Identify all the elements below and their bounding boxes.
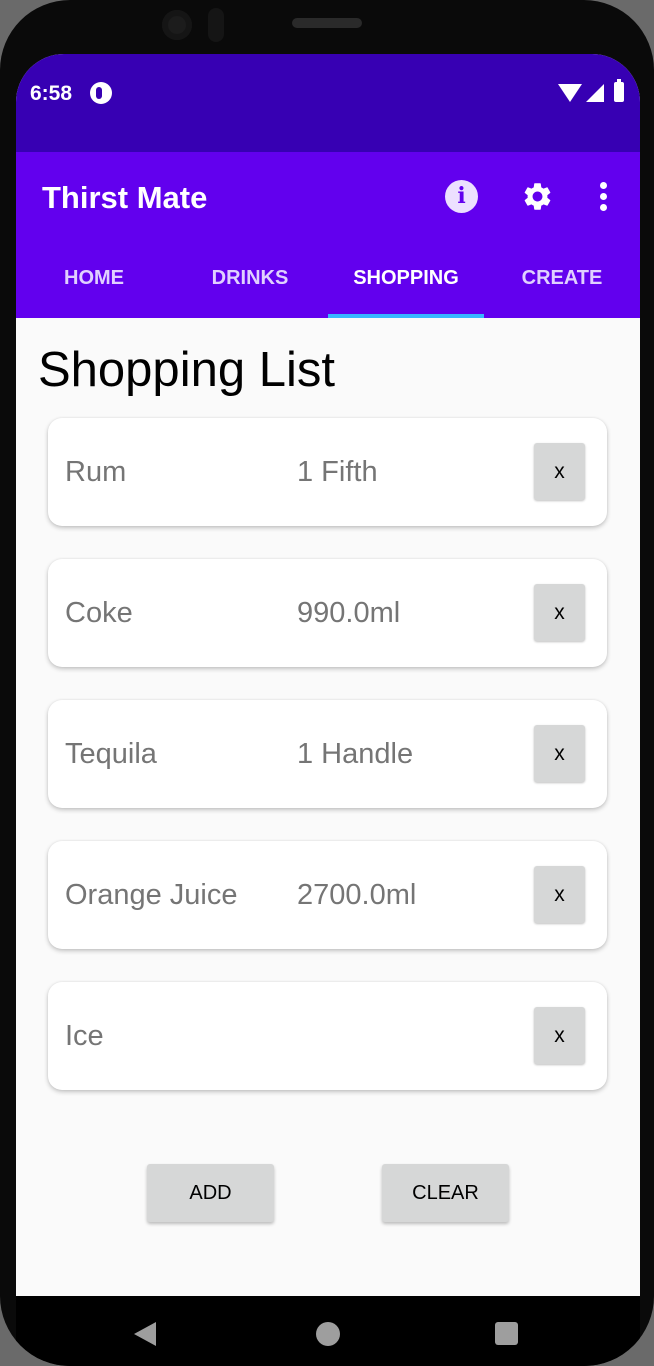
list-item: Coke 990.0ml x [48, 559, 607, 667]
item-quantity: 1 Fifth [297, 456, 378, 488]
add-button[interactable]: ADD [147, 1164, 274, 1222]
home-icon[interactable] [316, 1322, 340, 1346]
front-camera [162, 10, 192, 40]
screen: 6:58 Thirst Mate i HOME DRINKS SHOPPING … [16, 54, 640, 1296]
status-bar: 6:58 [16, 54, 640, 152]
item-quantity: 1 Handle [297, 738, 414, 770]
proximity-sensor [208, 8, 224, 42]
item-name: Ice [65, 1020, 104, 1052]
device-frame: 6:58 Thirst Mate i HOME DRINKS SHOPPING … [0, 0, 654, 1366]
status-time: 6:58 [30, 82, 73, 105]
tab-create[interactable]: CREATE [484, 250, 640, 318]
remove-item-button[interactable]: x [534, 1007, 585, 1064]
item-name: Rum [65, 456, 127, 488]
more-vert-icon[interactable] [594, 180, 614, 214]
remove-item-button[interactable]: x [534, 584, 585, 641]
list-item: Ice x [48, 982, 607, 1090]
app-title: Thirst Mate [42, 180, 208, 215]
clear-button[interactable]: CLEAR [382, 1164, 509, 1222]
remove-item-button[interactable]: x [534, 443, 585, 500]
notification-icon [90, 82, 112, 104]
wifi-icon [558, 84, 582, 102]
item-name: Orange Juice [65, 879, 238, 911]
cell-signal-icon [586, 84, 604, 102]
info-icon[interactable]: i [445, 180, 478, 213]
remove-item-button[interactable]: x [534, 725, 585, 782]
gear-icon[interactable] [521, 180, 554, 213]
tab-indicator [328, 314, 484, 318]
tab-home[interactable]: HOME [16, 250, 172, 318]
tab-bar: HOME DRINKS SHOPPING CREATE [16, 250, 640, 318]
tab-drinks[interactable]: DRINKS [172, 250, 328, 318]
item-name: Coke [65, 597, 133, 629]
remove-item-button[interactable]: x [534, 866, 585, 923]
item-name: Tequila [65, 738, 157, 770]
list-item: Rum 1 Fifth x [48, 418, 607, 526]
tab-shopping[interactable]: SHOPPING [328, 250, 484, 318]
page-title: Shopping List [38, 343, 335, 397]
recents-icon[interactable] [495, 1322, 518, 1345]
system-nav-bar [16, 1296, 640, 1366]
item-quantity: 2700.0ml [297, 879, 417, 911]
back-icon[interactable] [134, 1322, 156, 1346]
app-bar: Thirst Mate i HOME DRINKS SHOPPING CREAT… [16, 152, 640, 318]
item-quantity: 990.0ml [297, 597, 401, 629]
earpiece-speaker [292, 18, 362, 28]
list-item: Orange Juice 2700.0ml x [48, 841, 607, 949]
battery-icon [614, 79, 624, 102]
list-item: Tequila 1 Handle x [48, 700, 607, 808]
